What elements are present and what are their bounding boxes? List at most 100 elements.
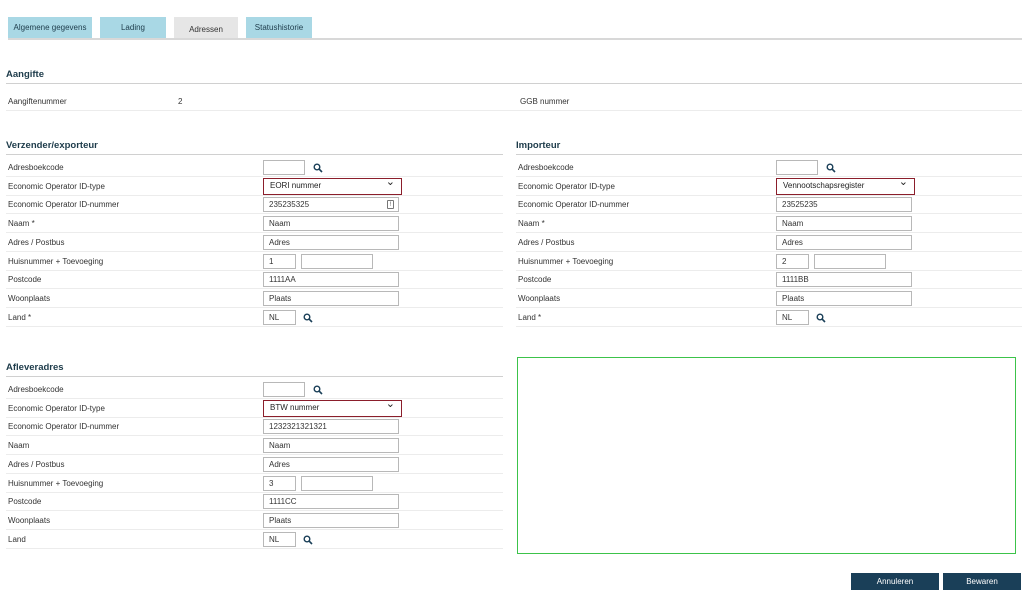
search-icon[interactable] bbox=[313, 385, 323, 395]
postcode-input[interactable]: 1111BB bbox=[776, 272, 912, 288]
postcode-input[interactable]: 1111CC bbox=[263, 494, 399, 510]
huisnummer-input[interactable]: 1 bbox=[263, 253, 296, 269]
tab-algemene-gegevens[interactable]: Algemene gegevens bbox=[8, 17, 92, 38]
search-icon[interactable] bbox=[303, 535, 313, 545]
land-label: Land * bbox=[8, 312, 32, 322]
section-divider bbox=[6, 154, 503, 155]
eo-nummer-input[interactable]: 235235325! bbox=[263, 197, 399, 213]
eo-type-select[interactable]: EORI nummer ⌄ bbox=[263, 175, 402, 195]
search-icon[interactable] bbox=[816, 313, 826, 323]
eo-nummer-input[interactable]: 23525235 bbox=[776, 197, 912, 213]
eo-nummer-label: Economic Operator ID-nummer bbox=[8, 422, 120, 432]
land-input[interactable]: NL bbox=[263, 531, 296, 547]
aangiftenummer-value: 2 bbox=[178, 97, 183, 106]
afleveradres-row-land: Land NL bbox=[6, 531, 503, 549]
adres-label: Adres / Postbus bbox=[8, 237, 65, 247]
chevron-down-icon: ⌄ bbox=[385, 397, 395, 410]
section-title-aangifte: Aangifte bbox=[6, 69, 44, 80]
importeur-row-huisnummer: Huisnummer + Toevoeging 2 bbox=[516, 253, 1022, 271]
naam-input[interactable]: Naam bbox=[263, 216, 399, 232]
adresboekcode-input[interactable] bbox=[776, 160, 818, 175]
adres-input[interactable]: Adres bbox=[263, 456, 399, 472]
afleveradres-row-adresboekcode: Adresboekcode bbox=[6, 381, 503, 399]
importeur-row-adres: Adres / Postbus Adres bbox=[516, 234, 1022, 252]
search-icon[interactable] bbox=[303, 313, 313, 323]
aangifte-row: Aangiftenummer 2 GGB nummer bbox=[6, 93, 1022, 111]
woonplaats-input[interactable]: Plaats bbox=[263, 512, 399, 528]
verzender-row-land: Land * NL bbox=[6, 309, 503, 327]
importeur-row-woonplaats: Woonplaats Plaats bbox=[516, 290, 1022, 308]
eo-type-label: Economic Operator ID-type bbox=[518, 181, 615, 191]
verzender-row-postcode: Postcode 1111AA bbox=[6, 271, 503, 290]
chevron-down-icon: ⌄ bbox=[385, 175, 395, 188]
eo-nummer-label: Economic Operator ID-nummer bbox=[8, 200, 120, 210]
afleveradres-row-eo-type: Economic Operator ID-type BTW nummer ⌄ bbox=[6, 397, 503, 418]
land-label: Land bbox=[8, 534, 26, 544]
eo-nummer-input[interactable]: 1232321321321 bbox=[263, 419, 399, 435]
afleveradres-row-naam: Naam Naam bbox=[6, 437, 503, 456]
postcode-input[interactable]: 1111AA bbox=[263, 272, 399, 288]
naam-input[interactable]: Naam bbox=[776, 216, 912, 232]
search-icon[interactable] bbox=[313, 163, 323, 173]
adresboekcode-label: Adresboekcode bbox=[8, 163, 64, 172]
eo-type-label: Economic Operator ID-type bbox=[8, 181, 105, 191]
land-input[interactable]: NL bbox=[776, 309, 809, 325]
verzender-row-huisnummer: Huisnummer + Toevoeging 1 bbox=[6, 253, 503, 271]
map-panel bbox=[517, 357, 1016, 554]
eo-nummer-label: Economic Operator ID-nummer bbox=[518, 200, 630, 210]
huisnummer-label: Huisnummer + Toevoeging bbox=[8, 478, 104, 488]
toevoeging-input[interactable] bbox=[814, 253, 886, 269]
adresboekcode-label: Adresboekcode bbox=[8, 385, 64, 394]
verzender-row-eo-type: Economic Operator ID-type EORI nummer ⌄ bbox=[6, 175, 503, 196]
cancel-button[interactable]: Annuleren bbox=[851, 573, 939, 590]
tab-adressen[interactable]: Adressen bbox=[174, 17, 238, 40]
adresboekcode-input[interactable] bbox=[263, 160, 305, 175]
postcode-label: Postcode bbox=[8, 497, 42, 507]
info-icon[interactable]: ! bbox=[387, 200, 394, 210]
importeur-row-naam: Naam * Naam bbox=[516, 215, 1022, 234]
importeur-row-eo-nummer: Economic Operator ID-nummer 23525235 bbox=[516, 196, 1022, 215]
naam-label: Naam * bbox=[518, 219, 545, 229]
postcode-label: Postcode bbox=[8, 275, 42, 285]
naam-input[interactable]: Naam bbox=[263, 438, 399, 454]
afleveradres-row-woonplaats: Woonplaats Plaats bbox=[6, 512, 503, 530]
eo-type-label: Economic Operator ID-type bbox=[8, 403, 105, 413]
chevron-down-icon: ⌄ bbox=[898, 175, 908, 188]
tab-lading[interactable]: Lading bbox=[100, 17, 166, 38]
adres-input[interactable]: Adres bbox=[776, 234, 912, 250]
huisnummer-input[interactable]: 2 bbox=[776, 253, 809, 269]
woonplaats-label: Woonplaats bbox=[518, 293, 561, 303]
toevoeging-input[interactable] bbox=[301, 253, 373, 269]
eo-type-value: BTW nummer bbox=[270, 402, 320, 412]
woonplaats-label: Woonplaats bbox=[8, 515, 51, 525]
land-input[interactable]: NL bbox=[263, 309, 296, 325]
woonplaats-label: Woonplaats bbox=[8, 293, 51, 303]
toevoeging-input[interactable] bbox=[301, 475, 373, 491]
ggb-nummer-label: GGB nummer bbox=[520, 97, 570, 106]
afleveradres-row-huisnummer: Huisnummer + Toevoeging 3 bbox=[6, 475, 503, 493]
woonplaats-input[interactable]: Plaats bbox=[776, 290, 912, 306]
verzender-row-woonplaats: Woonplaats Plaats bbox=[6, 290, 503, 308]
adres-label: Adres / Postbus bbox=[8, 459, 65, 469]
section-title-afleveradres: Afleveradres bbox=[6, 362, 64, 373]
afleveradres-row-eo-nummer: Economic Operator ID-nummer 1232321321321 bbox=[6, 418, 503, 437]
section-divider bbox=[516, 154, 1022, 155]
verzender-row-naam: Naam * Naam bbox=[6, 215, 503, 234]
tab-underline bbox=[8, 38, 1022, 40]
adres-input[interactable]: Adres bbox=[263, 234, 399, 250]
woonplaats-input[interactable]: Plaats bbox=[263, 290, 399, 306]
huisnummer-label: Huisnummer + Toevoeging bbox=[8, 256, 104, 266]
huisnummer-input[interactable]: 3 bbox=[263, 475, 296, 491]
search-icon[interactable] bbox=[826, 163, 836, 173]
huisnummer-label: Huisnummer + Toevoeging bbox=[518, 256, 614, 266]
afleveradres-row-postcode: Postcode 1111CC bbox=[6, 493, 503, 512]
adresboekcode-input[interactable] bbox=[263, 382, 305, 397]
tab-statushistorie[interactable]: Statushistorie bbox=[246, 17, 312, 38]
section-title-verzender: Verzender/exporteur bbox=[6, 140, 98, 151]
save-button[interactable]: Bewaren bbox=[943, 573, 1021, 590]
importeur-row-eo-type: Economic Operator ID-type Vennootschapsre… bbox=[516, 175, 1022, 196]
eo-type-select[interactable]: Vennootschapsregister ⌄ bbox=[776, 175, 915, 195]
tab-bar: Algemene gegevens Lading Adressen Status… bbox=[8, 17, 312, 40]
eo-type-select[interactable]: BTW nummer ⌄ bbox=[263, 397, 402, 417]
importeur-row-land: Land * NL bbox=[516, 309, 1022, 327]
